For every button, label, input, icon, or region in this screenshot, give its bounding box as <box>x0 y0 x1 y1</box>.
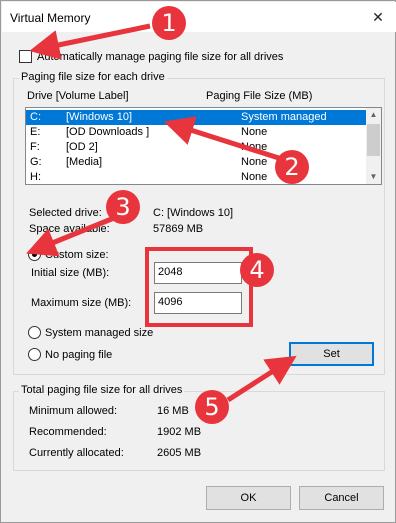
system-managed-label: System managed size <box>45 327 154 339</box>
total-group-legend: Total paging file size for all drives <box>19 384 185 396</box>
space-available-label: Space available: <box>29 223 110 235</box>
drive-letter: G: <box>30 156 42 168</box>
no-paging-label: No paging file <box>45 349 113 361</box>
drive-row[interactable]: G: [Media] None <box>26 155 381 170</box>
custom-size-label: Custom size: <box>45 249 109 261</box>
drive-letter: F: <box>30 141 40 153</box>
auto-manage-checkbox[interactable] <box>19 50 32 63</box>
drive-row[interactable]: E: [OD Downloads ] None <box>26 125 381 140</box>
listbox-scrollbar[interactable]: ▲ ▼ <box>366 108 381 184</box>
drive-label: [OD 2] <box>66 141 98 153</box>
annotation-badge: 3 <box>106 190 140 224</box>
auto-manage-label: Automatically manage paging file size fo… <box>37 51 284 63</box>
highlight-box <box>145 247 253 327</box>
annotation-badge: 1 <box>152 6 186 40</box>
drive-label: [Windows 10] <box>66 111 133 123</box>
drive-row[interactable]: F: [OD 2] None <box>26 140 381 155</box>
drive-size: None <box>241 156 268 168</box>
ok-button[interactable]: OK <box>206 486 291 510</box>
drive-label: [OD Downloads ] <box>66 126 150 138</box>
scroll-down-icon[interactable]: ▼ <box>366 170 381 184</box>
currently-allocated-value: 2605 MB <box>157 447 202 459</box>
recommended-value: 1902 MB <box>157 426 202 438</box>
drive-letter: E: <box>30 126 41 138</box>
cancel-button[interactable]: Cancel <box>299 486 384 510</box>
paging-group-legend: Paging file size for each drive <box>19 71 167 83</box>
drive-letter: C: <box>30 111 41 123</box>
annotation-badge: 4 <box>240 253 274 287</box>
title-bar: Virtual Memory ✕ <box>2 2 396 32</box>
set-button[interactable]: Set <box>289 342 374 366</box>
drive-size: None <box>241 141 268 153</box>
drive-row[interactable]: H: None <box>26 170 381 184</box>
scroll-thumb[interactable] <box>367 124 380 156</box>
drive-label: [Media] <box>66 156 103 168</box>
selected-drive-label: Selected drive: <box>29 207 102 219</box>
annotation-badge: 5 <box>195 390 229 424</box>
drive-size: None <box>241 171 268 183</box>
drive-listbox[interactable]: C: [Windows 10] System managed E: [OD Do… <box>25 107 382 185</box>
close-icon[interactable]: ✕ <box>368 7 388 27</box>
drive-column-header: Drive [Volume Label] <box>27 90 129 102</box>
system-managed-radio[interactable] <box>28 326 41 339</box>
space-available-value: 57869 MB <box>153 223 204 235</box>
drive-size: None <box>241 126 268 138</box>
size-column-header: Paging File Size (MB) <box>206 90 313 102</box>
no-paging-radio[interactable] <box>28 348 41 361</box>
initial-size-label: Initial size (MB): <box>31 267 110 279</box>
drive-row[interactable]: C: [Windows 10] System managed <box>26 110 366 125</box>
custom-size-radio[interactable] <box>28 248 41 261</box>
maximum-size-label: Maximum size (MB): <box>31 297 132 309</box>
drive-letter: H: <box>30 171 41 183</box>
minimum-allowed-label: Minimum allowed: <box>29 405 118 417</box>
annotation-badge: 2 <box>275 150 309 184</box>
currently-allocated-label: Currently allocated: <box>29 447 124 459</box>
window-title: Virtual Memory <box>10 11 91 25</box>
scroll-up-icon[interactable]: ▲ <box>366 108 381 122</box>
selected-drive-value: C: [Windows 10] <box>153 207 234 219</box>
minimum-allowed-value: 16 MB <box>157 405 189 417</box>
drive-size: System managed <box>241 111 327 123</box>
recommended-label: Recommended: <box>29 426 107 438</box>
